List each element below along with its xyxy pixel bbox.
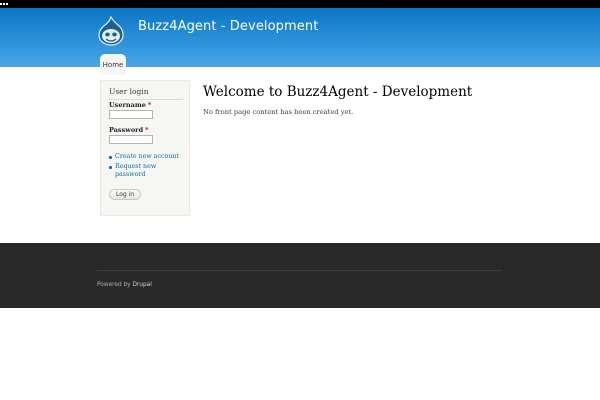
site-footer: Powered by Drupal <box>0 243 600 308</box>
username-label-text: Username <box>109 101 146 109</box>
login-links: Create new account Request new password <box>106 153 186 181</box>
site-name-link[interactable]: Buzz4Agent - Development <box>138 19 318 34</box>
create-account-link[interactable]: Create new account <box>106 153 186 161</box>
required-marker: * <box>145 126 149 134</box>
password-label-text: Password <box>109 126 144 134</box>
username-input[interactable] <box>109 110 153 119</box>
front-page-message: No front page content has been created y… <box>203 108 354 116</box>
powered-by-text: Powered by <box>97 282 131 288</box>
required-marker: * <box>147 101 152 109</box>
drupal-drop-icon[interactable] <box>98 15 124 46</box>
drupal-link[interactable]: Drupal <box>132 282 151 288</box>
powered-by: Powered by Drupal <box>97 282 152 288</box>
footer-divider <box>97 270 502 271</box>
tab-home[interactable]: Home <box>100 54 126 75</box>
password-input[interactable] <box>109 135 153 144</box>
user-login-block: User login Username * Password * Create ne… <box>100 80 190 216</box>
site-header: Buzz4Agent - Development Home <box>0 8 600 75</box>
toolbar-dots-icon <box>0 3 8 6</box>
username-label: Username * <box>109 101 151 109</box>
block-title: User login <box>109 87 183 100</box>
request-password-link[interactable]: Request new password <box>106 163 186 179</box>
admin-toolbar <box>0 0 600 8</box>
password-label: Password * <box>109 126 149 134</box>
log-in-button[interactable]: Log in <box>109 189 141 200</box>
page-title: Welcome to Buzz4Agent - Development <box>203 84 473 100</box>
